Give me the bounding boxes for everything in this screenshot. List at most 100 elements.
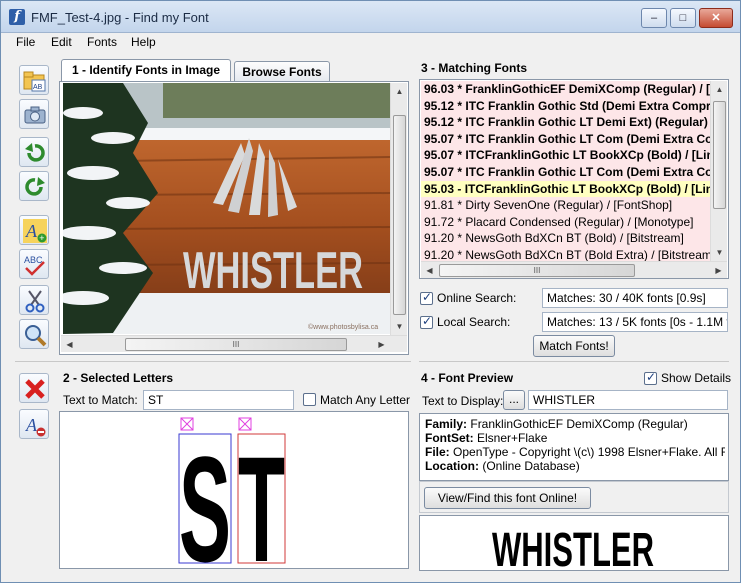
family-label: Family: (425, 417, 468, 431)
remove-letter-button[interactable]: A (19, 409, 49, 439)
image-vscrollbar[interactable]: ▲ ▼ (390, 83, 407, 335)
zoom-button[interactable] (19, 319, 49, 349)
font-family-line: Family: FranklinGothicEF DemiXComp (Regu… (425, 417, 688, 431)
vertical-splitter[interactable] (412, 61, 416, 571)
photo-watermark: ©www.photosbylisa.ca (308, 323, 378, 331)
scroll-right-arrow-icon[interactable]: ▶ (710, 262, 727, 279)
list-item[interactable]: 95.07 * ITCFranklinGothic LT BookXCp (Bo… (421, 147, 727, 164)
family-value: FranklinGothicEF DemiXComp (Regular) (470, 417, 688, 431)
svg-text:AB: AB (33, 84, 43, 91)
match-any-letter-checkbox[interactable] (303, 393, 316, 406)
scroll-down-arrow-icon[interactable]: ▼ (711, 244, 728, 261)
online-search-status: Matches: 30 / 40K fonts [0.9s] (542, 288, 728, 308)
match-any-letter-label: Match Any Letter (320, 393, 411, 407)
scroll-up-arrow-icon[interactable]: ▲ (711, 81, 728, 98)
matching-fonts-title: 3 - Matching Fonts (421, 61, 527, 75)
app-icon: f (9, 9, 25, 25)
window-title: FMF_Test-4.jpg - Find my Font (31, 10, 209, 25)
fontset-label: FontSet: (425, 431, 474, 445)
scroll-up-arrow-icon[interactable]: ▲ (391, 83, 408, 100)
letter-a-minus-icon: A (25, 415, 46, 437)
font-file-line: File: OpenType - Copyright \(c\) 1998 El… (425, 445, 725, 459)
app-window: f FMF_Test-4.jpg - Find my Font – □ ✕ Fi… (0, 0, 741, 583)
text-to-match-input[interactable]: ST (143, 390, 294, 410)
identify-letters-button[interactable]: A + (19, 215, 49, 245)
local-search-checkbox[interactable] (420, 314, 433, 329)
svg-text:ABC: ABC (24, 255, 43, 265)
font-set-line: FontSet: Elsner+Flake (425, 431, 547, 445)
undo-button[interactable] (19, 137, 49, 167)
magnifier-icon (25, 325, 47, 347)
online-search-checkbox[interactable] (420, 290, 433, 305)
horizontal-splitter[interactable] (419, 361, 729, 362)
screenshot-button[interactable] (19, 99, 49, 129)
selected-letters-canvas[interactable]: S T (59, 411, 409, 569)
menu-file[interactable]: File (16, 35, 35, 49)
font-location-line: Location: (Online Database) (425, 459, 580, 473)
menu-help[interactable]: Help (131, 35, 156, 49)
title-bar[interactable]: f FMF_Test-4.jpg - Find my Font – □ ✕ (1, 1, 740, 33)
sign-photo[interactable]: WHISTLER ©www.photosbylisa.ca (63, 83, 390, 334)
browse-text-button[interactable]: ... (503, 390, 525, 410)
show-details-label: Show Details (661, 371, 732, 385)
scroll-thumb[interactable]: III (125, 338, 347, 351)
scroll-thumb[interactable] (713, 101, 726, 209)
tab-identify-fonts[interactable]: 1 - Identify Fonts in Image (61, 59, 231, 83)
menu-bar: File Edit Fonts Help (1, 33, 740, 53)
view-find-online-button[interactable]: View/Find this font Online! (424, 487, 591, 509)
letter-a-plus-icon: A + (23, 219, 47, 243)
menu-fonts[interactable]: Fonts (87, 35, 117, 49)
location-label: Location: (425, 459, 479, 473)
font-preview-title: 4 - Font Preview (421, 371, 514, 385)
list-item[interactable]: 95.07 * ITC Franklin Gothic LT Com (Demi… (421, 163, 727, 181)
text-to-display-label: Text to Display: (422, 394, 504, 408)
cut-button[interactable] (19, 285, 49, 315)
scroll-left-arrow-icon[interactable]: ◀ (421, 262, 438, 279)
list-item[interactable]: 95.07 * ITC Franklin Gothic LT Com (Demi… (421, 130, 727, 148)
scroll-down-arrow-icon[interactable]: ▼ (391, 318, 408, 335)
list-item[interactable]: 96.03 * FranklinGothicEF DemiXComp (Regu… (421, 81, 727, 98)
list-item[interactable]: 91.81 * Dirty SevenOne (Regular) / [Font… (421, 197, 727, 214)
image-hscrollbar[interactable]: ◀ III ▶ (61, 335, 407, 352)
list-item[interactable]: 91.20 * NewsGoth BdXCn BT (Bold Extra) /… (421, 246, 727, 261)
maximize-button[interactable]: □ (670, 8, 696, 28)
delete-icon (25, 379, 45, 399)
folder-icon: AB (23, 71, 46, 92)
scroll-thumb[interactable] (393, 115, 406, 315)
list-item[interactable]: 95.12 * ITC Franklin Gothic Std (Demi Ex… (421, 97, 727, 115)
close-button[interactable]: ✕ (699, 8, 733, 28)
minimize-button[interactable]: – (641, 8, 667, 28)
svg-text:WHISTLER: WHISTLER (183, 242, 363, 300)
tab-browse-fonts[interactable]: Browse Fonts (234, 61, 330, 83)
svg-text:+: + (39, 233, 44, 243)
results-vscrollbar[interactable]: ▲ ▼ (710, 81, 727, 261)
list-item-selected[interactable]: 95.03 - ITCFranklinGothic LT BookXCp (Bo… (421, 180, 727, 198)
matching-fonts-list[interactable]: 96.03 * FranklinGothicEF DemiXComp (Regu… (421, 81, 727, 261)
spell-check-button[interactable]: ABC (19, 249, 49, 279)
list-item[interactable]: 91.20 * NewsGoth BdXCn BT (Bold) / [Bits… (421, 230, 727, 247)
menu-edit[interactable]: Edit (51, 35, 72, 49)
results-hscrollbar[interactable]: ◀ III ▶ (421, 261, 727, 278)
list-item[interactable]: 95.12 * ITC Franklin Gothic LT Demi Ext)… (421, 114, 727, 131)
local-search-label: Local Search: (437, 315, 511, 329)
scroll-left-arrow-icon[interactable]: ◀ (61, 336, 78, 353)
scroll-thumb[interactable]: III (439, 264, 635, 277)
redo-button[interactable] (19, 171, 49, 201)
text-to-display-input[interactable]: WHISTLER (528, 390, 728, 410)
file-value: OpenType - Copyright \(c\) 1998 Elsner+F… (453, 445, 725, 459)
font-sample-box: WHISTLER (419, 515, 729, 571)
list-item[interactable]: 91.72 * Placard Condensed (Regular) / [M… (421, 213, 727, 231)
svg-text:A: A (25, 415, 38, 435)
file-label: File: (425, 445, 450, 459)
redo-icon (25, 177, 45, 196)
abc-check-icon: ABC (24, 255, 45, 276)
open-image-button[interactable]: AB (19, 65, 49, 95)
selected-letter-s: S (179, 425, 231, 568)
show-details-checkbox[interactable] (644, 370, 657, 385)
scroll-right-arrow-icon[interactable]: ▶ (373, 336, 390, 353)
horizontal-splitter[interactable] (15, 361, 411, 362)
delete-letter-button[interactable] (19, 373, 49, 403)
local-search-status: Matches: 13 / 5K fonts [0s - 1.1M f/m (542, 312, 728, 332)
match-fonts-button[interactable]: Match Fonts! (533, 335, 615, 357)
undo-icon (25, 143, 45, 162)
